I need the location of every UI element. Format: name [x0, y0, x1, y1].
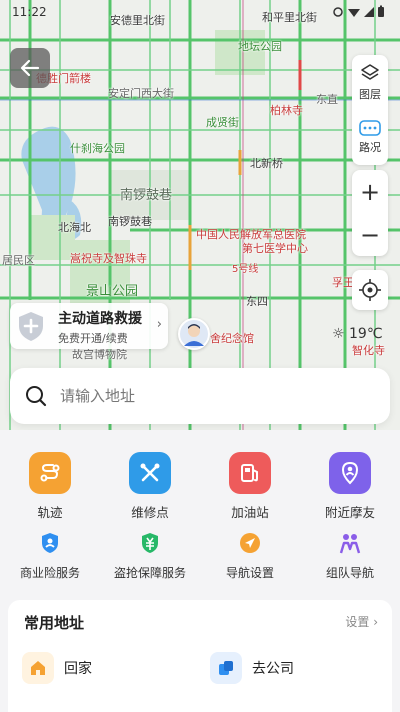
map-label-nanluogu: 南锣鼓巷 [120, 188, 173, 203]
zoom-in-button[interactable]: + [352, 170, 388, 213]
home-address-label: 回家 [64, 661, 92, 677]
home-address-button[interactable]: 回家 [22, 652, 92, 684]
zoom-out-button[interactable]: − [352, 213, 388, 256]
map-label-jinian: 舍纪念馆 [210, 332, 254, 345]
company-address-label: 去公司 [252, 661, 294, 677]
map-label-jingshan: 景山公园 [86, 284, 139, 299]
road-rescue-banner[interactable]: 主动道路救援 免费开通/续费 › [10, 303, 168, 349]
address-search-input[interactable] [60, 382, 370, 410]
map-label-shichahai: 什刹海公园 [70, 142, 125, 155]
layers-icon [361, 64, 379, 80]
main-feature-grid: 轨迹 维修点 加油站 附近摩友 [0, 452, 400, 521]
map-label-nanluogu-station: 南锣鼓巷 [108, 215, 152, 228]
zoom-controls: + − [352, 170, 388, 256]
team-navigation-icon [337, 530, 363, 556]
nearby-riders-icon [329, 452, 371, 494]
sun-icon: ☼ [332, 326, 345, 342]
repair-icon [129, 452, 171, 494]
locate-icon [359, 279, 381, 301]
weather-widget[interactable]: ☼ 19℃ [332, 326, 383, 342]
shield-plus-icon [19, 312, 43, 341]
feature-insurance-label: 商业险服务 [19, 566, 80, 580]
secondary-feature-grid: 商业险服务 盗抢保障服务 导航设置 组队导航 [0, 530, 400, 581]
traffic-button[interactable]: 路况 [352, 110, 388, 165]
map-label-dongzhi: 东直 [316, 93, 338, 106]
feature-nearby-riders[interactable]: 附近摩友 [300, 452, 400, 521]
feature-navigation-settings-label: 导航设置 [225, 566, 274, 580]
feature-insurance[interactable]: 商业险服务 [0, 530, 100, 581]
avatar[interactable] [178, 318, 210, 350]
feature-navigation-settings[interactable]: 导航设置 [200, 530, 300, 581]
layers-button[interactable]: 图层 [352, 55, 388, 110]
map-label-line5: 5号线 [232, 264, 259, 275]
search-icon [26, 386, 47, 407]
map-view[interactable]: 安德里北街 和平里北街 地坛公园 安定门西大街 东直 德胜门箭楼 什刹海公园 成… [0, 0, 400, 430]
map-label-songzhu: 嵩祝寺及智珠寺 [70, 252, 147, 265]
map-label-bailin: 柏林寺 [270, 104, 303, 117]
insurance-icon [37, 530, 63, 556]
company-address-button[interactable]: 去公司 [210, 652, 294, 684]
anti-theft-icon [137, 530, 163, 556]
feature-team-navigation[interactable]: 组队导航 [300, 530, 400, 581]
frequent-addresses-card: 常用地址 设置 › 回家 去公司 [8, 600, 392, 712]
feature-gas-station-label: 加油站 [231, 505, 269, 520]
map-label-beixinqiao: 北新桥 [250, 157, 283, 170]
gas-station-icon [229, 452, 271, 494]
status-system-icons [333, 5, 384, 17]
traffic-icon [359, 120, 381, 136]
map-label-zhihua: 智化寺 [352, 344, 385, 357]
chevron-right-icon: › [156, 317, 162, 332]
locate-button[interactable] [352, 270, 388, 310]
feature-gas-station[interactable]: 加油站 [200, 452, 300, 521]
search-bar[interactable] [10, 368, 390, 424]
rescue-title: 主动道路救援 [58, 311, 142, 327]
map-label-chengxian: 成贤街 [206, 116, 239, 129]
frequent-addresses-title: 常用地址 [24, 614, 85, 632]
feature-repair-label: 维修点 [131, 505, 169, 520]
map-label-medical-center: 第七医学中心 [242, 242, 308, 255]
layers-label: 图层 [359, 88, 381, 101]
arrow-left-icon [20, 59, 40, 77]
map-label-beihai: 北海北 [58, 221, 91, 234]
feature-nearby-riders-label: 附近摩友 [324, 505, 375, 520]
weather-temperature: 19℃ [349, 326, 383, 342]
feature-anti-theft-label: 盗抢保障服务 [113, 566, 186, 580]
navigation-icon [237, 530, 263, 556]
feature-team-navigation-label: 组队导航 [325, 566, 374, 580]
status-time: 11:22 [12, 5, 47, 19]
company-icon [210, 652, 242, 684]
user-avatar-icon [184, 324, 204, 346]
feature-repair[interactable]: 维修点 [100, 452, 200, 521]
map-label-ditan: 地坛公园 [238, 40, 282, 53]
map-label-ju: 居民区 [2, 254, 35, 267]
track-icon [29, 452, 71, 494]
map-label-dongsi: 东四 [246, 295, 268, 308]
feature-track[interactable]: 轨迹 [0, 452, 100, 521]
back-button[interactable] [10, 48, 50, 88]
map-roads [0, 0, 400, 430]
traffic-label: 路况 [359, 141, 381, 154]
rescue-subtitle: 免费开通/续费 [58, 332, 128, 345]
feature-track-label: 轨迹 [37, 505, 63, 520]
status-icons [332, 5, 390, 22]
home-icon [22, 652, 54, 684]
map-label-anding: 安定门西大街 [108, 87, 174, 100]
status-bar: 11:22 [0, 0, 400, 28]
addresses-settings-link[interactable]: 设置 › [345, 613, 378, 630]
map-tools-card: 图层 路况 [352, 55, 388, 165]
feature-anti-theft[interactable]: 盗抢保障服务 [100, 530, 200, 581]
